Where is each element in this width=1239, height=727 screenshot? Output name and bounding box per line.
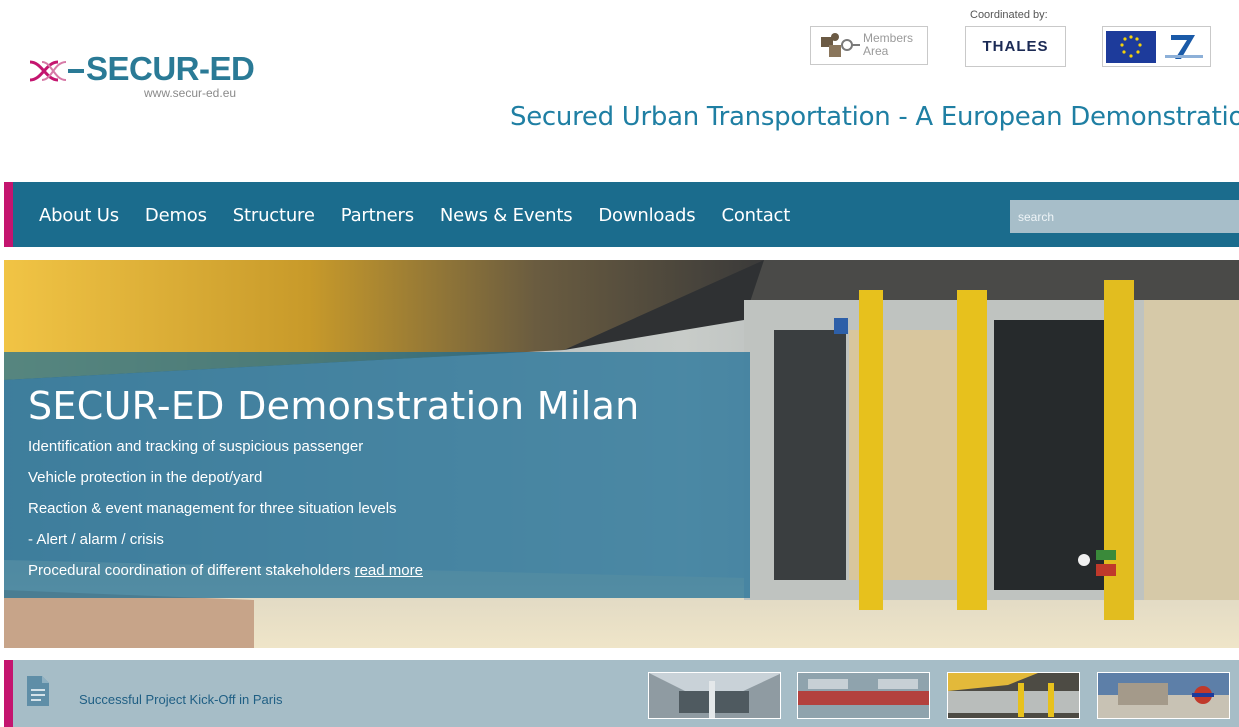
slide-thumbnail-2[interactable]	[797, 672, 930, 719]
nav-accent-bar	[4, 182, 13, 247]
document-icon	[27, 676, 49, 706]
slide-thumbnail-4[interactable]	[1097, 672, 1230, 719]
nav-item-news-events[interactable]: News & Events	[440, 205, 573, 226]
thales-logo[interactable]: THALES	[965, 26, 1066, 67]
nav-item-downloads[interactable]: Downloads	[598, 205, 695, 226]
hero-line: Reaction & event management for three si…	[28, 500, 397, 517]
search-input[interactable]	[1010, 200, 1239, 233]
hero-bullets: Identification and tracking of suspiciou…	[28, 438, 423, 593]
hero-line: - Alert / alarm / crisis	[28, 531, 164, 548]
site-logo[interactable]: SECUR-ED www.secur-ed.eu	[28, 50, 278, 106]
hero-line-text: Procedural coordination of different sta…	[28, 562, 351, 579]
logo-text: SECUR-ED	[86, 50, 255, 87]
logo-url: www.secur-ed.eu	[144, 86, 237, 100]
nav-list: About Us Demos Structure Partners News &…	[39, 205, 816, 226]
news-bar: Successful Project Kick-Off in Paris	[4, 660, 1239, 727]
eu-fp7-logos[interactable]	[1102, 26, 1211, 67]
puzzle-key-icon	[821, 33, 860, 57]
hero-line: Vehicle protection in the depot/yard	[28, 469, 263, 486]
nav-item-contact[interactable]: Contact	[721, 205, 790, 226]
hero-line-last: Procedural coordination of different sta…	[28, 562, 423, 593]
members-area-button[interactable]: Members Area	[810, 26, 928, 65]
nav-item-structure[interactable]: Structure	[233, 205, 315, 226]
nav-item-about-us[interactable]: About Us	[39, 205, 119, 226]
hero-line: Identification and tracking of suspiciou…	[28, 438, 364, 455]
members-label-line1: Members	[863, 31, 914, 45]
members-label-line2: Area	[863, 44, 889, 58]
hero-title: SECUR-ED Demonstration Milan	[28, 384, 640, 428]
fp7-logo-icon	[1165, 35, 1203, 59]
read-more-link[interactable]: read more	[355, 562, 423, 579]
main-nav: About Us Demos Structure Partners News &…	[4, 182, 1239, 247]
hero-banner: SECUR-ED Demonstration Milan Identificat…	[4, 260, 1239, 648]
slide-thumbnail-1[interactable]	[648, 672, 781, 719]
coordinated-by-label: Coordinated by:	[970, 9, 1048, 21]
slide-thumbnail-3[interactable]	[947, 672, 1080, 719]
eu-flag-icon	[1106, 31, 1156, 63]
nav-item-partners[interactable]: Partners	[341, 205, 414, 226]
news-accent-bar	[4, 660, 13, 727]
nav-item-demos[interactable]: Demos	[145, 205, 207, 226]
site-tagline: Secured Urban Transportation - A Europea…	[510, 102, 1239, 132]
logo-mark-icon	[29, 60, 84, 82]
members-area-label: Members Area	[863, 32, 913, 58]
news-headline-link[interactable]: Successful Project Kick-Off in Paris	[79, 692, 283, 707]
